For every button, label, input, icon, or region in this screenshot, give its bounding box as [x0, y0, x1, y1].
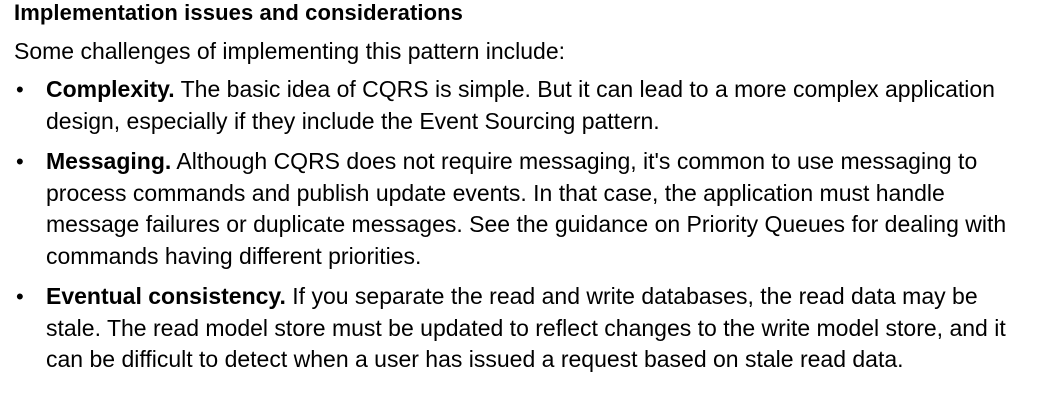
bullet-icon: •: [16, 149, 24, 174]
bullet-icon: •: [16, 77, 24, 102]
document-page: Implementation issues and considerations…: [0, 0, 1049, 408]
item-text: Although CQRS does not require messaging…: [46, 148, 1007, 269]
list-item-complexity: • Complexity. The basic idea of CQRS is s…: [14, 74, 1049, 137]
item-term: Eventual consistency.: [46, 283, 286, 309]
bullet-icon: •: [16, 284, 24, 309]
item-text: The basic idea of CQRS is simple. But it…: [46, 76, 995, 134]
list-item-messaging: • Messaging. Although CQRS does not requi…: [14, 146, 1049, 272]
issues-list: • Complexity. The basic idea of CQRS is s…: [14, 74, 1049, 376]
list-item-eventual-consistency: • Eventual consistency. If you separate t…: [14, 281, 1049, 376]
section-heading: Implementation issues and considerations: [14, 0, 463, 25]
item-term: Messaging.: [46, 148, 172, 174]
item-term: Complexity.: [46, 76, 175, 102]
intro-paragraph: Some challenges of implementing this pat…: [14, 38, 566, 64]
